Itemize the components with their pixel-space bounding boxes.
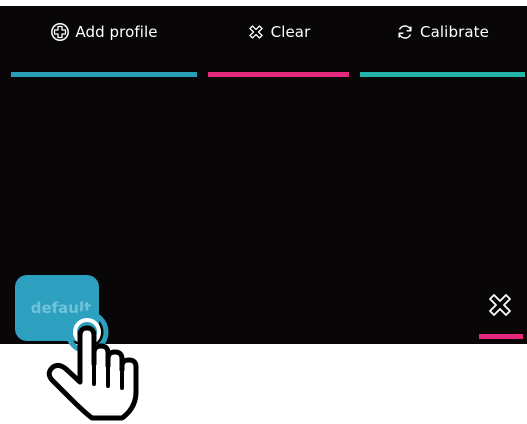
calibrate-underline bbox=[360, 72, 525, 77]
pointing-hand-cursor-icon bbox=[46, 310, 139, 421]
x-outline-icon bbox=[248, 25, 263, 39]
clear-button[interactable]: Clear bbox=[207, 22, 349, 68]
add-profile-underline bbox=[11, 72, 197, 77]
delete-profile-button[interactable] bbox=[485, 290, 515, 320]
delete-underline bbox=[479, 334, 523, 339]
clear-underline bbox=[208, 72, 349, 77]
refresh-icon bbox=[398, 25, 412, 39]
plus-circle-icon bbox=[51, 23, 70, 41]
x-outline-icon bbox=[489, 294, 511, 316]
app-screen: Add profile Clear Calibrate default bbox=[0, 0, 527, 424]
add-profile-button[interactable]: Add profile bbox=[10, 22, 198, 68]
clear-label: Clear bbox=[270, 23, 311, 41]
calibrate-button[interactable]: Calibrate bbox=[359, 22, 525, 68]
calibrate-label: Calibrate bbox=[420, 23, 489, 41]
add-profile-label: Add profile bbox=[75, 23, 158, 41]
